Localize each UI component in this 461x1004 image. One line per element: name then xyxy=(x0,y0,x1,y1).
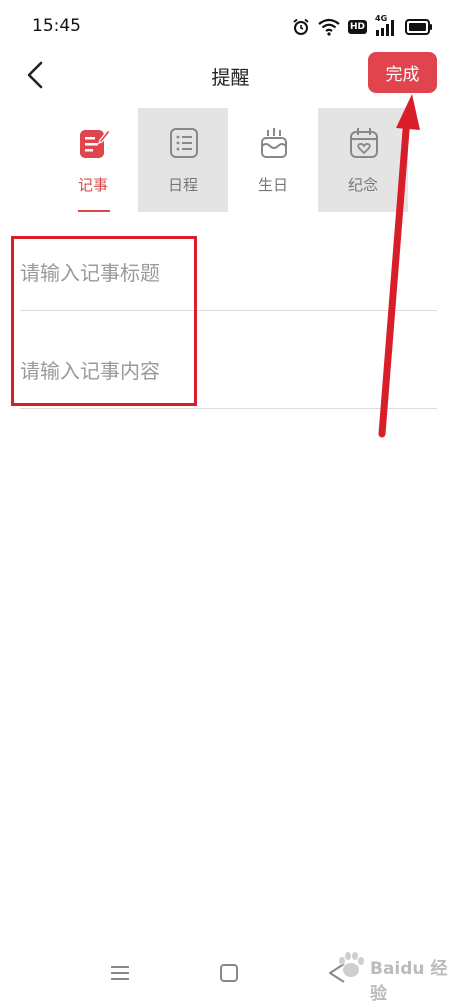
tab-schedule[interactable]: 日程 xyxy=(138,108,228,212)
home-button[interactable] xyxy=(214,958,244,988)
signal-4g-icon: 4G xyxy=(375,14,397,36)
done-button[interactable]: 完成 xyxy=(368,52,437,93)
note-edit-icon xyxy=(80,129,110,158)
status-time: 15:45 xyxy=(32,16,81,36)
active-tab-underline xyxy=(78,210,110,212)
wifi-icon xyxy=(318,18,340,36)
status-bar: 15:45 HD 4G xyxy=(0,0,461,50)
menu-icon xyxy=(111,966,129,980)
tab-birthday[interactable]: 生日 xyxy=(228,108,318,212)
tab-note[interactable]: 记事 xyxy=(48,108,138,212)
alarm-icon xyxy=(293,18,309,35)
tab-label: 日程 xyxy=(167,176,198,194)
tab-label: 生日 xyxy=(257,176,288,194)
cake-icon xyxy=(261,128,287,158)
note-content-input[interactable] xyxy=(20,334,437,408)
home-square-icon xyxy=(220,964,238,982)
tab-anniversary[interactable]: 纪念 xyxy=(318,108,408,212)
calendar-heart-icon xyxy=(350,128,378,158)
checklist-icon xyxy=(170,128,198,158)
menu-button[interactable] xyxy=(105,958,135,988)
tab-label: 纪念 xyxy=(347,176,378,194)
content-input-row xyxy=(20,334,437,409)
hd-icon: HD xyxy=(347,20,367,34)
system-nav-bar xyxy=(0,950,461,996)
title-input-row xyxy=(20,236,437,311)
nav-back-button[interactable] xyxy=(322,958,352,988)
tab-bar: 记事 日程 生日 纪念 xyxy=(0,108,461,213)
note-title-input[interactable] xyxy=(20,236,437,310)
back-triangle-icon xyxy=(329,963,345,983)
battery-icon xyxy=(405,19,432,35)
tab-label: 记事 xyxy=(77,176,108,194)
status-icons: HD 4G xyxy=(292,14,433,38)
